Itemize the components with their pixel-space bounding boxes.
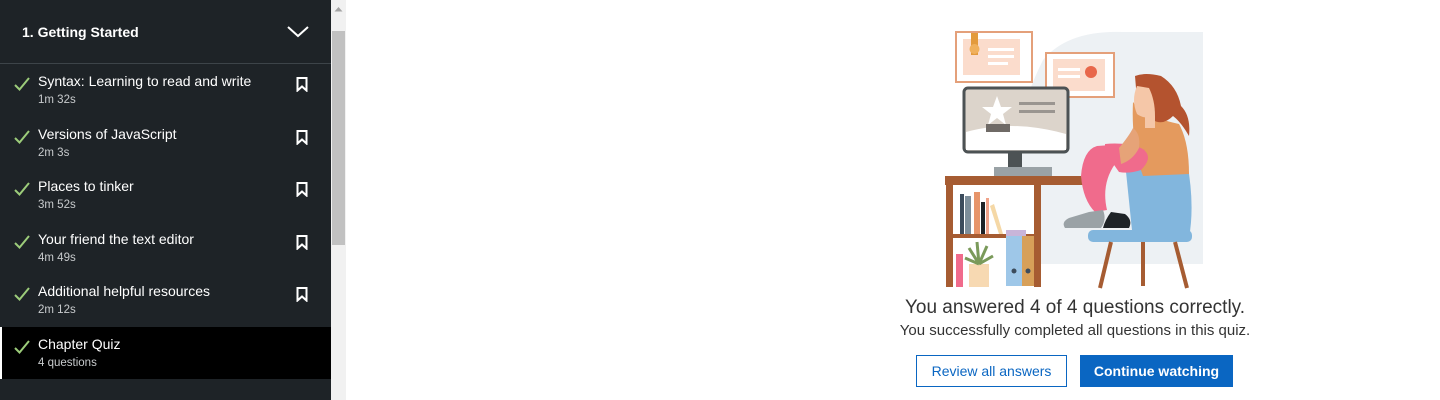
item-duration: 1m 32s — [38, 94, 76, 106]
sidebar-scrollbar[interactable] — [331, 0, 346, 400]
continue-watching-button[interactable]: Continue watching — [1080, 355, 1233, 387]
bookmark-icon[interactable] — [296, 287, 308, 303]
review-all-answers-button[interactable]: Review all answers — [916, 355, 1067, 387]
item-title: Additional helpful resources — [38, 283, 210, 299]
quiz-result-subtitle: You successfully completed all questions… — [899, 322, 1251, 339]
chapter-items: Syntax: Learning to read and write 1m 32… — [0, 64, 331, 379]
scroll-up-icon[interactable] — [331, 0, 346, 17]
check-icon — [14, 181, 30, 197]
item-title: Your friend the text editor — [38, 230, 194, 247]
scroll-thumb[interactable] — [332, 31, 345, 245]
bookmark-icon[interactable] — [296, 129, 308, 146]
quiz-result-title: You answered 4 of 4 questions correctly. — [904, 297, 1246, 318]
check-icon — [14, 76, 30, 92]
sidebar-item-text-editor[interactable]: Your friend the text editor 4m 49s — [0, 222, 331, 275]
check-icon — [14, 234, 30, 250]
item-title: Places to tinker — [38, 178, 134, 194]
item-duration: 2m 3s — [38, 146, 70, 159]
check-icon — [14, 286, 30, 302]
sidebar-item-syntax[interactable]: Syntax: Learning to read and write 1m 32… — [0, 64, 331, 117]
bookmark-icon[interactable] — [296, 182, 308, 198]
item-duration: 4m 49s — [38, 251, 76, 264]
chapter-header[interactable]: 1. Getting Started — [0, 0, 331, 64]
item-title: Syntax: Learning to read and write — [38, 73, 252, 89]
item-title: Versions of JavaScript — [38, 125, 177, 142]
check-icon — [14, 129, 30, 145]
course-sidebar: 1. Getting Started Syntax: Learning to r… — [0, 0, 331, 400]
sidebar-item-places[interactable]: Places to tinker 3m 52s — [0, 169, 331, 222]
check-icon — [14, 339, 30, 355]
sidebar-item-chapter-quiz[interactable]: Chapter Quiz 4 questions — [0, 326, 331, 379]
chapter-title: 1. Getting Started — [22, 23, 139, 40]
item-duration: 3m 52s — [38, 199, 76, 211]
sidebar-item-resources[interactable]: Additional helpful resources 2m 12s — [0, 274, 331, 327]
quiz-complete-illustration — [945, 31, 1203, 289]
chevron-down-icon[interactable] — [287, 25, 309, 39]
sidebar-item-versions[interactable]: Versions of JavaScript 2m 3s — [0, 117, 331, 170]
item-duration: 2m 12s — [38, 304, 76, 316]
item-title: Chapter Quiz — [38, 335, 121, 352]
bookmark-icon[interactable] — [296, 234, 308, 251]
bookmark-icon[interactable] — [296, 77, 308, 93]
item-question-count: 4 questions — [38, 356, 97, 369]
